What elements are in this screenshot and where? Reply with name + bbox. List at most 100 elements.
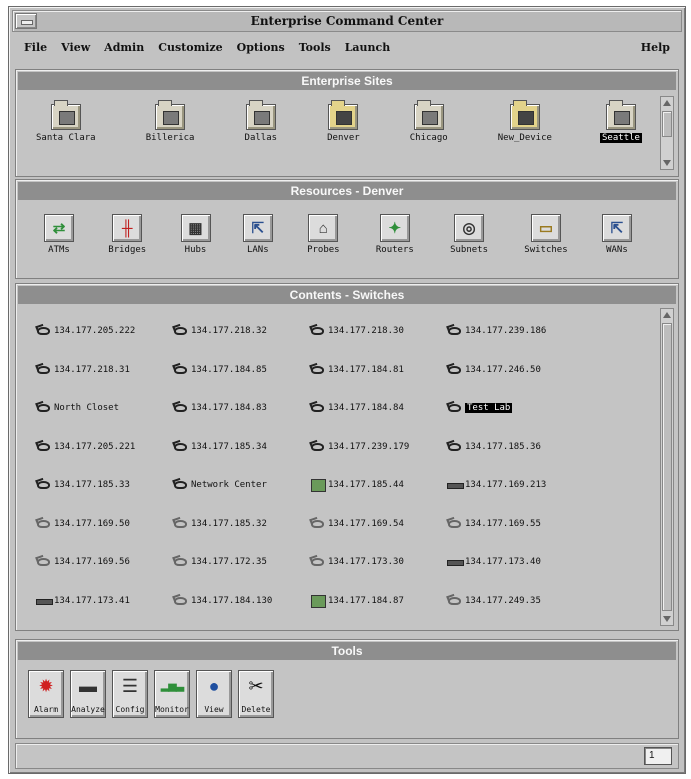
switch-item[interactable]: Test Lab — [447, 389, 597, 428]
switch-icon — [310, 402, 326, 414]
switch-item[interactable]: 134.177.205.222 — [36, 312, 173, 351]
switch-item[interactable]: 134.177.184.84 — [310, 389, 447, 428]
switch-item[interactable]: 134.177.239.186 — [447, 312, 597, 351]
site-seattle[interactable]: Seattle — [600, 100, 642, 143]
switch-icon — [173, 556, 189, 568]
switch-item[interactable]: 134.177.173.30 — [310, 543, 447, 582]
resource-lans[interactable]: ⇱ LANs — [242, 214, 273, 255]
switch-item[interactable]: 134.177.172.35 — [173, 543, 310, 582]
switch-item[interactable]: 134.177.184.87 — [310, 582, 447, 621]
tool-view-button[interactable]: ● View — [196, 670, 232, 718]
resource-switches[interactable]: ▭ Switches — [522, 214, 569, 255]
switch-label: 134.177.184.81 — [328, 364, 404, 375]
title-bar[interactable]: Enterprise Command Center — [12, 10, 682, 32]
page-number-field[interactable]: 1 — [644, 747, 672, 765]
switch-label: 134.177.184.87 — [328, 595, 404, 606]
resource-hubs[interactable]: ▦ Hubs — [180, 214, 211, 255]
switch-label: 134.177.169.55 — [465, 518, 541, 529]
resource-wans[interactable]: ⇱ WANs — [601, 214, 632, 255]
switch-item[interactable]: 134.177.205.221 — [36, 428, 173, 467]
tool-analyze-button[interactable]: ▬ Analyze — [70, 670, 106, 718]
tool-monitor-button[interactable]: ▂▅▃ Monitor — [154, 670, 190, 718]
site-billerica[interactable]: Billerica — [144, 100, 197, 143]
switch-item[interactable]: 134.177.184.83 — [173, 389, 310, 428]
switch-item[interactable]: 134.177.246.50 — [447, 351, 597, 390]
site-label: Seattle — [600, 133, 642, 143]
scroll-down-arrow-icon[interactable] — [662, 158, 672, 168]
menu-file[interactable]: File — [24, 41, 47, 54]
switch-icon — [447, 518, 463, 530]
switch-item[interactable]: 134.177.218.31 — [36, 351, 173, 390]
switch-item[interactable]: 134.177.218.30 — [310, 312, 447, 351]
tool-label: View — [204, 705, 224, 714]
resource-subnets[interactable]: ◎ Subnets — [448, 214, 490, 255]
switch-item[interactable]: 134.177.184.130 — [173, 582, 310, 621]
switch-item[interactable]: 134.177.218.32 — [173, 312, 310, 351]
resource-bridges[interactable]: ╫ Bridges — [106, 214, 148, 255]
scroll-thumb[interactable] — [662, 111, 672, 137]
switch-label: Test Lab — [465, 403, 513, 414]
switch-item[interactable]: 134.177.239.179 — [310, 428, 447, 467]
contents-scrollbar[interactable] — [660, 308, 674, 626]
switch-item[interactable]: 134.177.185.32 — [173, 505, 310, 544]
switch-label: Network Center — [191, 480, 267, 491]
sites-scrollbar[interactable] — [660, 96, 674, 170]
site-santa-clara[interactable]: Santa Clara — [34, 100, 98, 143]
switch-label: 134.177.205.222 — [54, 326, 136, 337]
switch-item[interactable]: 134.177.184.85 — [173, 351, 310, 390]
scroll-up-arrow-icon[interactable] — [662, 310, 672, 320]
switch-icon — [447, 364, 463, 376]
site-label: Denver — [327, 133, 360, 143]
site-new-device[interactable]: New_Device — [496, 100, 554, 143]
switch-item[interactable]: 134.177.185.36 — [447, 428, 597, 467]
switch-item[interactable]: 134.177.169.54 — [310, 505, 447, 544]
menu-launch[interactable]: Launch — [345, 41, 391, 54]
switch-item[interactable]: 134.177.173.41 — [36, 582, 173, 621]
switch-item[interactable]: North Closet — [36, 389, 173, 428]
tool-label: Delete — [241, 705, 271, 714]
menu-admin[interactable]: Admin — [104, 41, 144, 54]
tools-header: Tools — [18, 642, 676, 660]
tool-delete-button[interactable]: ✂ Delete — [238, 670, 274, 718]
switch-folder-icon: ▭ — [530, 214, 561, 242]
scroll-thumb[interactable] — [662, 323, 672, 611]
switch-item[interactable]: 134.177.184.81 — [310, 351, 447, 390]
switch-label: 134.177.184.84 — [328, 403, 404, 414]
switch-item[interactable]: 134.177.185.34 — [173, 428, 310, 467]
tool-alarm-button[interactable]: ✹ Alarm — [28, 670, 64, 718]
switch-item[interactable]: 134.177.185.33 — [36, 466, 173, 505]
switch-label: 134.177.218.31 — [54, 364, 130, 375]
tool-config-button[interactable]: ☰ Config — [112, 670, 148, 718]
switch-item[interactable]: 134.177.169.56 — [36, 543, 173, 582]
switch-label: 134.177.185.36 — [465, 441, 541, 452]
switch-box-icon — [310, 479, 326, 493]
switch-icon — [447, 595, 463, 607]
switch-item[interactable]: Network Center — [173, 466, 310, 505]
menu-customize[interactable]: Customize — [158, 41, 222, 54]
scroll-down-arrow-icon[interactable] — [662, 614, 672, 624]
menu-options[interactable]: Options — [237, 41, 285, 54]
switch-icon — [36, 556, 52, 568]
switch-item[interactable]: 134.177.169.55 — [447, 505, 597, 544]
switch-item[interactable]: 134.177.185.44 — [310, 466, 447, 505]
site-chicago[interactable]: Chicago — [408, 100, 450, 143]
menu-view[interactable]: View — [61, 41, 90, 54]
building-folder-icon — [245, 100, 276, 130]
resource-probes[interactable]: ⌂ Probes — [305, 214, 342, 255]
app-window: Enterprise Command Center File View Admi… — [8, 6, 686, 774]
resource-routers[interactable]: ✦ Routers — [374, 214, 416, 255]
site-dallas[interactable]: Dallas — [243, 100, 280, 143]
switch-item[interactable]: 134.177.173.40 — [447, 543, 597, 582]
resource-label: Bridges — [108, 245, 147, 255]
switch-item[interactable]: 134.177.169.50 — [36, 505, 173, 544]
scroll-up-arrow-icon[interactable] — [662, 98, 672, 108]
resource-atms[interactable]: ⇄ ATMs — [44, 214, 74, 255]
switch-item[interactable]: 134.177.249.35 — [447, 582, 597, 621]
contents-panel: Contents - Switches 134.177.205.222 134.1… — [15, 283, 679, 631]
menu-tools[interactable]: Tools — [299, 41, 331, 54]
switch-icon — [310, 364, 326, 376]
menu-help[interactable]: Help — [641, 41, 670, 54]
switch-icon — [36, 518, 52, 530]
site-denver[interactable]: Denver — [325, 100, 362, 143]
switch-item[interactable]: 134.177.169.213 — [447, 466, 597, 505]
